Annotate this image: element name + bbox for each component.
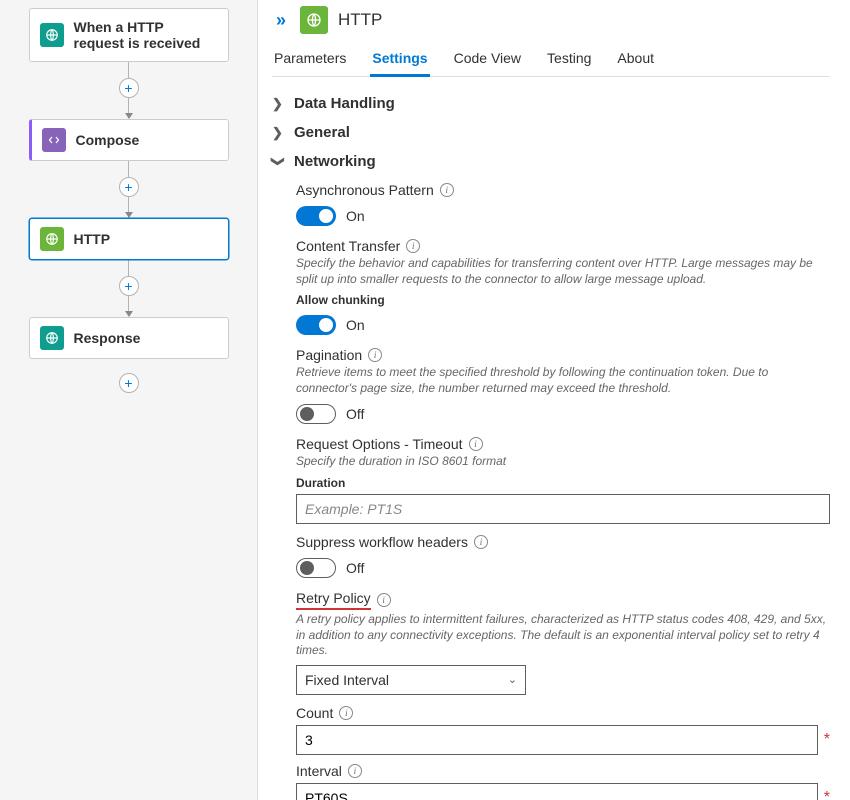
suppress-headers-toggle[interactable]	[296, 558, 336, 578]
add-node-button[interactable]: +	[119, 373, 139, 393]
content-transfer-label: Content Transfer	[296, 238, 400, 254]
connector: +	[119, 260, 139, 317]
compose-icon	[42, 128, 66, 152]
duration-input[interactable]	[296, 494, 830, 524]
http-icon	[40, 227, 64, 251]
node-response[interactable]: Response	[29, 317, 229, 359]
info-icon[interactable]: i	[474, 535, 488, 549]
toggle-state: On	[346, 317, 365, 333]
collapse-panel-icon[interactable]: »	[272, 10, 290, 31]
chevron-down-icon: ❯	[270, 156, 286, 168]
info-icon[interactable]: i	[368, 348, 382, 362]
node-compose[interactable]: Compose	[29, 119, 229, 161]
connector: +	[119, 62, 139, 119]
timeout-desc: Specify the duration in ISO 8601 format	[296, 454, 830, 470]
info-icon[interactable]: i	[469, 437, 483, 451]
info-icon[interactable]: i	[377, 593, 391, 607]
required-indicator: *	[824, 731, 830, 749]
section-general[interactable]: ❯ General	[272, 118, 830, 147]
section-networking[interactable]: ❯ Networking	[272, 147, 830, 176]
http-icon	[300, 6, 328, 34]
interval-input[interactable]	[296, 783, 818, 800]
add-node-button[interactable]: +	[119, 78, 139, 98]
info-icon[interactable]: i	[406, 239, 420, 253]
tab-parameters[interactable]: Parameters	[272, 44, 348, 76]
pagination-label: Pagination	[296, 347, 362, 363]
interval-label: Interval	[296, 763, 342, 779]
settings-panel: » HTTP Parameters Settings Code View Tes…	[257, 0, 850, 800]
count-label: Count	[296, 705, 333, 721]
tab-testing[interactable]: Testing	[545, 44, 593, 76]
async-pattern-label: Asynchronous Pattern	[296, 182, 434, 198]
add-node-button[interactable]: +	[119, 276, 139, 296]
info-icon[interactable]: i	[348, 764, 362, 778]
response-icon	[40, 326, 64, 350]
retry-policy-label: Retry Policy	[296, 590, 371, 610]
async-pattern-toggle[interactable]	[296, 206, 336, 226]
node-label: Compose	[76, 132, 140, 148]
content-transfer-desc: Specify the behavior and capabilities fo…	[296, 256, 830, 287]
toggle-state: On	[346, 208, 365, 224]
node-http-trigger[interactable]: When a HTTP request is received	[29, 8, 229, 62]
retry-policy-select[interactable]: Fixed Interval ⌄	[296, 665, 526, 695]
chevron-down-icon: ⌄	[508, 673, 517, 686]
panel-title: HTTP	[338, 10, 382, 30]
pagination-desc: Retrieve items to meet the specified thr…	[296, 365, 830, 396]
tab-bar: Parameters Settings Code View Testing Ab…	[272, 44, 830, 77]
trigger-icon	[40, 23, 64, 47]
node-label: When a HTTP request is received	[74, 19, 218, 51]
duration-label: Duration	[296, 476, 830, 490]
info-icon[interactable]: i	[339, 706, 353, 720]
timeout-label: Request Options - Timeout	[296, 436, 463, 452]
required-indicator: *	[824, 789, 830, 800]
node-label: Response	[74, 330, 141, 346]
node-http[interactable]: HTTP	[29, 218, 229, 260]
tab-code-view[interactable]: Code View	[452, 44, 523, 76]
suppress-headers-label: Suppress workflow headers	[296, 534, 468, 550]
allow-chunking-label: Allow chunking	[296, 293, 830, 307]
toggle-state: Off	[346, 406, 364, 422]
connector: +	[119, 161, 139, 218]
pagination-toggle[interactable]	[296, 404, 336, 424]
tab-settings[interactable]: Settings	[370, 44, 429, 77]
chevron-right-icon: ❯	[272, 125, 284, 141]
section-label: General	[294, 124, 350, 141]
chevron-right-icon: ❯	[272, 96, 284, 112]
allow-chunking-toggle[interactable]	[296, 315, 336, 335]
section-label: Networking	[294, 153, 376, 170]
add-node-button[interactable]: +	[119, 177, 139, 197]
count-input[interactable]	[296, 725, 818, 755]
toggle-state: Off	[346, 560, 364, 576]
workflow-canvas: When a HTTP request is received + Compos…	[0, 0, 257, 800]
section-label: Data Handling	[294, 95, 395, 112]
section-data-handling[interactable]: ❯ Data Handling	[272, 89, 830, 118]
node-label: HTTP	[74, 231, 111, 247]
tab-about[interactable]: About	[615, 44, 656, 76]
retry-desc: A retry policy applies to intermittent f…	[296, 612, 830, 659]
info-icon[interactable]: i	[440, 183, 454, 197]
select-value: Fixed Interval	[305, 672, 389, 688]
